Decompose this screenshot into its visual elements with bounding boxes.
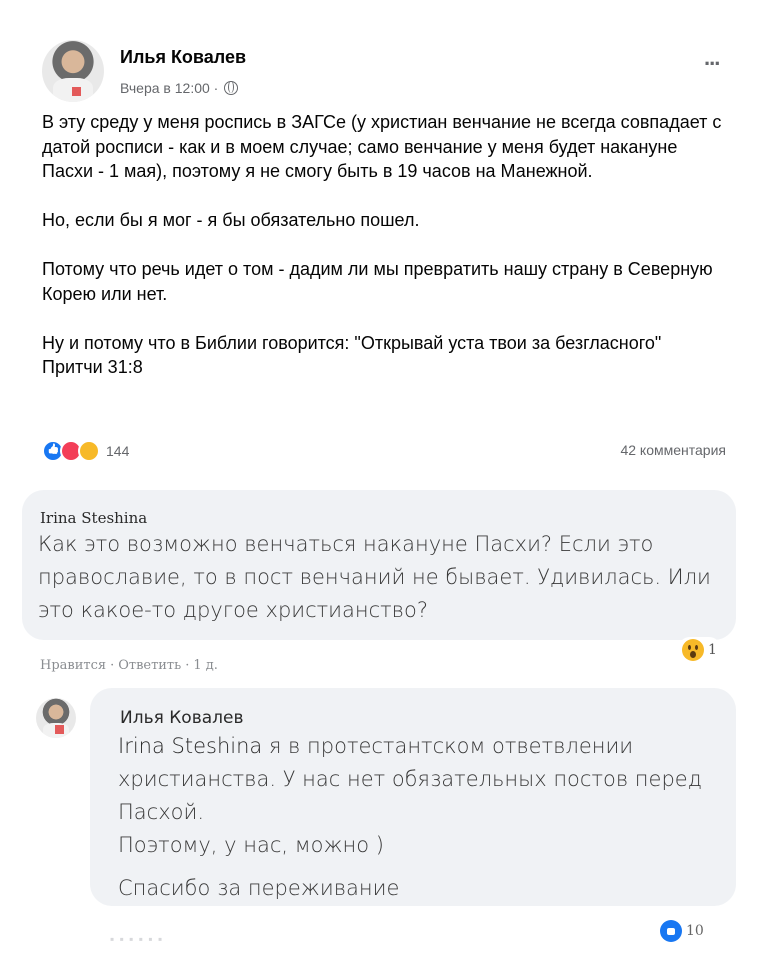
comment-like-link[interactable]: Нравится <box>40 658 106 673</box>
post-author-name[interactable]: Илья Ковалев <box>120 47 246 68</box>
reply-actions-dots: ▪ ▪ ▪ ▪ ▪ ▪ <box>110 932 164 946</box>
post-author-avatar[interactable] <box>42 40 104 102</box>
post-paragraph: В эту среду у меня роспись в ЗАГСе (у хр… <box>42 112 722 181</box>
reaction-count: 144 <box>106 443 130 459</box>
comment-bubble: Irina Steshina Как это возможно венчатьс… <box>22 490 736 640</box>
reactions-summary[interactable]: 144 <box>42 440 129 462</box>
reply-reaction-badge[interactable]: 10 <box>656 918 708 944</box>
reply-text-line2: Поэтому, у нас, можно ) <box>118 833 384 857</box>
reply-author[interactable]: Илья Ковалев <box>120 708 243 728</box>
wow-icon <box>682 639 704 661</box>
post-body: В эту среду у меня роспись в ЗАГСе (у хр… <box>42 110 722 404</box>
reply-reaction-count: 10 <box>686 923 704 939</box>
reply-text: Irina Steshina я в протестантском ответв… <box>118 730 728 862</box>
reply-thanks: Спасибо за переживание <box>118 876 400 900</box>
reply-author-avatar[interactable] <box>36 698 76 738</box>
reply-mention[interactable]: Irina Steshina <box>118 734 262 758</box>
comment-reaction-count: 1 <box>708 642 717 658</box>
more-options-button[interactable]: ... <box>704 45 720 71</box>
post-paragraph: Но, если бы я мог - я бы обязательно пош… <box>42 210 420 230</box>
comment-text: Как это возможно венчаться накануне Пасх… <box>38 532 711 622</box>
comment-actions: Нравится · Ответить · 1 д. <box>40 658 218 673</box>
reply-bubble: Илья Ковалев Irina Steshina я в протеста… <box>90 688 736 906</box>
like-icon <box>660 920 682 942</box>
post-timestamp[interactable]: Вчера в 12:00 · <box>120 80 218 96</box>
post-meta: Вчера в 12:00 · <box>120 80 239 96</box>
avatar-badge <box>55 725 65 734</box>
comment-count[interactable]: 42 комментария <box>620 442 726 458</box>
post-paragraph: Ну и потому что в Библии говорится: "Отк… <box>42 332 662 378</box>
comment-time[interactable]: 1 д. <box>193 658 218 673</box>
care-icon <box>78 440 100 462</box>
comment-reaction-badge[interactable]: 1 <box>678 637 721 663</box>
globe-icon <box>224 81 239 95</box>
post-paragraph: Потому что речь идет о том - дадим ли мы… <box>42 259 713 304</box>
reply-actions-faded: ▪ ▪ ▪ ▪ ▪ ▪ <box>110 932 163 946</box>
comment-author[interactable]: Irina Steshina <box>40 509 147 527</box>
avatar-badge <box>71 86 81 96</box>
comment-reply-link[interactable]: Ответить <box>118 658 181 673</box>
